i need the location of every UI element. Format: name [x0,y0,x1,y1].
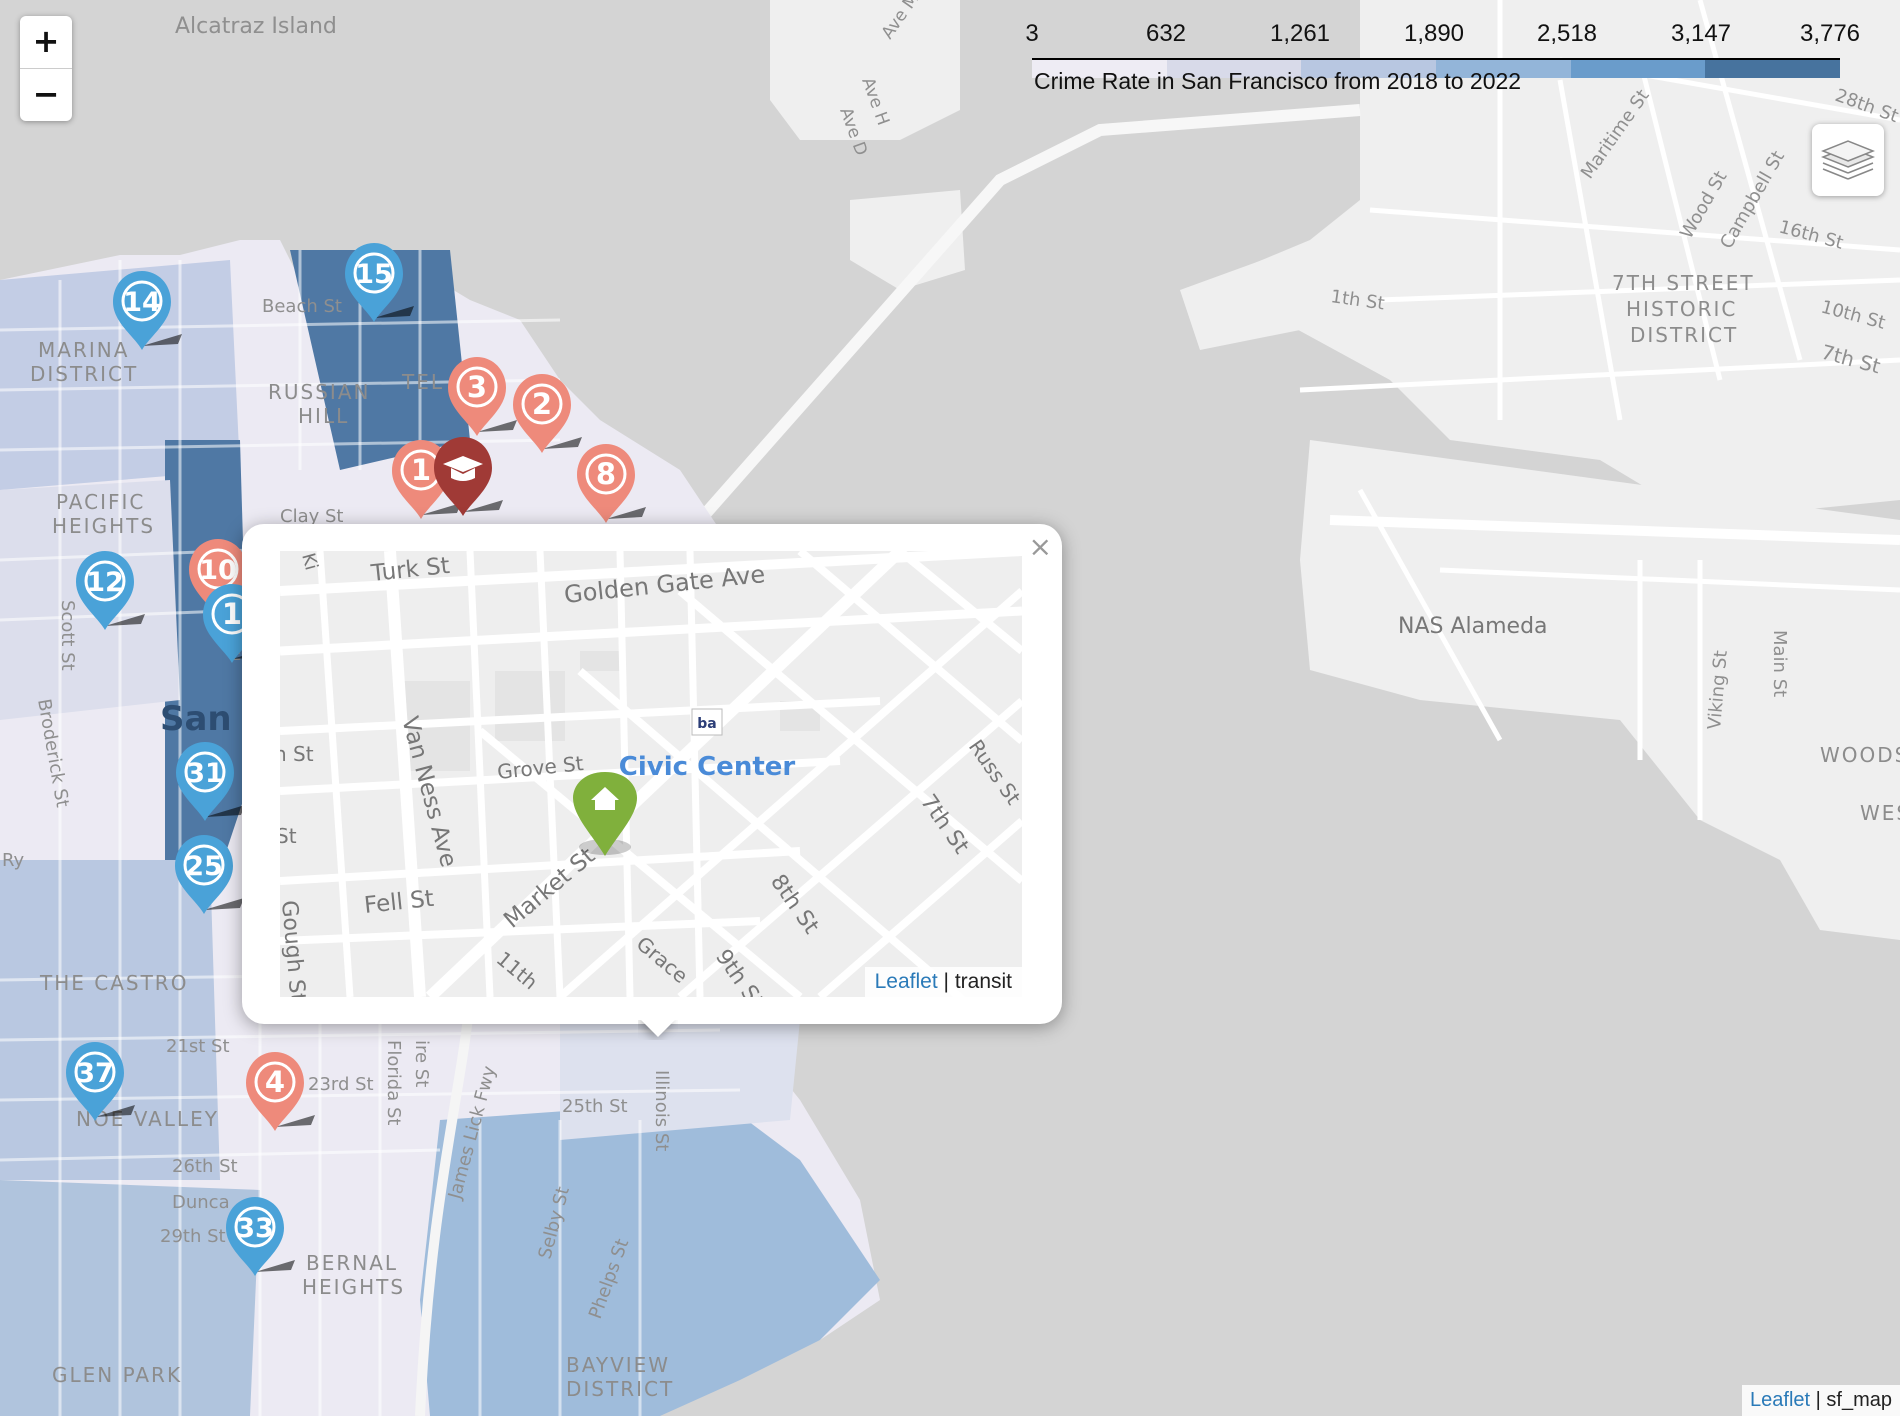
attribution-sep: | [1810,1389,1827,1411]
layers-icon [1821,140,1875,180]
street-label: ire St [411,1040,432,1087]
marker-number: 12 [86,567,124,598]
map-popup: × Turk St Golden Gate Ave Van Ness Ave G… [242,524,1062,1024]
legend-tick: 3,776 [1799,20,1861,47]
street-label: Dunca [172,1192,230,1213]
popup-street-label: n St [280,742,314,766]
street-label: Scott St [57,600,78,671]
legend-color-step [1705,58,1841,78]
marker-number: 15 [355,259,393,290]
street-label: Main St [1769,630,1790,697]
popup-attribution-link[interactable]: Leaflet [875,970,938,993]
zoom-in-button[interactable]: + [20,16,72,68]
district-label: HEIGHTS [302,1275,405,1299]
legend-tick: 632 [1145,20,1187,47]
color-legend: 3 632 1,261 1,890 2,518 3,147 3,776 Crim… [1020,14,1860,104]
marker-number: 2 [532,387,552,421]
attribution-link[interactable]: Leaflet [1750,1389,1810,1411]
street-label: 25th St [562,1096,628,1117]
home-marker [573,772,637,856]
svg-text:ba: ba [697,716,716,732]
street-label: 21st St [166,1036,230,1057]
street-label: 26th St [172,1156,238,1177]
district-label: DISTRICT [30,362,138,386]
district-label: 7TH STREET [1612,271,1755,295]
street-label: Florida St [383,1040,404,1125]
legend-color-step [1570,58,1706,78]
legend-tick: 2,518 [1536,20,1598,47]
legend-caption: Crime Rate in San Francisco from 2018 to… [1034,68,1522,94]
street-label: Ry [2,850,25,871]
map-attribution: Leaflet | sf_map [1742,1385,1900,1416]
legend-tick: 1,890 [1403,20,1465,47]
popup-tip [638,1020,678,1040]
district-label: TEL [401,370,444,394]
popup-map-canvas: Turk St Golden Gate Ave Van Ness Ave Gro… [280,551,1022,997]
district-label: HEIGHTS [52,514,155,538]
bart-icon: ba [691,708,723,736]
marker-number: 25 [185,851,223,882]
marker-number: 14 [123,287,161,318]
popup-street-label: St [280,824,297,848]
district-label: HILL [298,404,349,428]
marker-number: 3 [467,370,487,404]
district-label: DISTRICT [1630,323,1738,347]
label-nas-alameda: NAS Alameda [1398,614,1548,639]
zoom-control: + − [20,16,72,121]
marker-number: 33 [236,1213,274,1244]
district-label: PACIFIC [56,490,145,514]
legend-axis [1032,58,1840,60]
marker-number: 4 [265,1065,285,1099]
station-label: Civic Center [619,752,796,782]
marker-number: 1 [222,597,242,631]
legend-tick: 3,147 [1670,20,1732,47]
popup-mini-map[interactable]: Turk St Golden Gate Ave Van Ness Ave Gro… [280,551,1022,997]
attribution-text: sf_map [1826,1389,1892,1411]
marker-number: 37 [76,1058,114,1089]
popup-attribution-text: transit [954,970,1012,993]
district-label: THE CASTRO [39,971,188,995]
popup-attribution-sep: | [937,970,955,993]
label-alcatraz: Alcatraz Island [175,14,337,39]
legend-tick: 1,261 [1269,20,1331,47]
street-label: Illinois St [651,1070,672,1151]
street-label: Beach St [262,296,342,317]
street-label: 29th St [160,1226,226,1247]
legend-tick: 3 [1025,20,1039,47]
district-label: GLEN PARK [52,1363,182,1387]
marker-number: 10 [199,555,237,586]
popup-close-button[interactable]: × [1029,530,1052,563]
district-label: MARINA [38,338,129,362]
district-label: WEST [1860,801,1900,825]
district-label: WOODSTOC [1820,743,1900,767]
district-label: BERNAL [306,1251,398,1275]
marker-number: 8 [596,457,616,491]
popup-attribution: Leaflet | transit [864,967,1022,997]
district-label: HISTORIC [1626,297,1737,321]
layers-button[interactable] [1812,124,1884,196]
district-label: DISTRICT [566,1377,674,1401]
district-label: BAYVIEW [566,1353,670,1377]
district-label: RUSSIAN [268,380,370,404]
zoom-out-button[interactable]: − [20,68,72,121]
marker-number: 1 [411,453,431,487]
street-label: 23rd St [308,1074,374,1095]
marker-number: 31 [186,758,224,789]
